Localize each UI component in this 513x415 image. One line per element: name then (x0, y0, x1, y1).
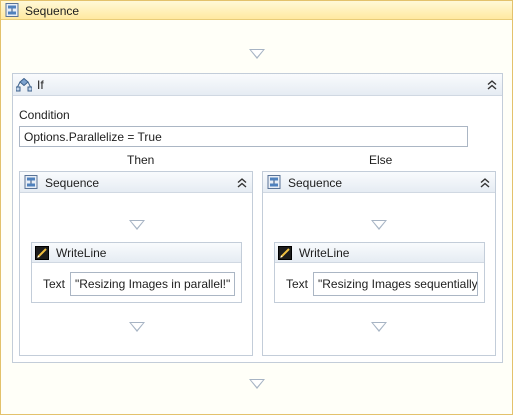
then-writeline-title: WriteLine (56, 246, 107, 260)
root-sequence-title: Sequence (25, 4, 80, 18)
else-writeline-header[interactable]: WriteLine (275, 243, 484, 263)
else-sequence[interactable]: Sequence WriteLine Text "Resizing Images… (262, 171, 496, 356)
sequence-icon (5, 3, 19, 17)
if-activity-icon (16, 78, 32, 92)
else-writeline-title: WriteLine (299, 246, 350, 260)
if-activity-header[interactable]: If (13, 74, 502, 96)
then-label: Then (127, 153, 155, 167)
then-text-input[interactable]: "Resizing Images in parallel!" (70, 272, 235, 296)
collapse-then-sequence-icon[interactable] (236, 177, 248, 189)
if-activity[interactable]: If Condition Options.Parallelize = True … (12, 73, 503, 363)
condition-input[interactable]: Options.Parallelize = True (19, 126, 468, 147)
else-writeline[interactable]: WriteLine Text "Resizing Images sequenti… (274, 242, 485, 303)
else-sequence-header[interactable]: Sequence (263, 172, 495, 193)
then-sequence-title: Sequence (45, 176, 100, 190)
drop-target-arrow[interactable] (249, 49, 265, 59)
else-sequence-title: Sequence (288, 176, 343, 190)
drop-target-arrow[interactable] (249, 379, 265, 389)
else-label: Else (369, 153, 393, 167)
condition-label: Condition (19, 108, 70, 122)
then-writeline[interactable]: WriteLine Text "Resizing Images in paral… (31, 242, 242, 303)
else-text-input[interactable]: "Resizing Images sequentially (313, 272, 478, 296)
sequence-icon (267, 175, 281, 189)
if-activity-title: If (37, 78, 44, 92)
then-sequence[interactable]: Sequence WriteLine Text "Resizing Images… (19, 171, 253, 356)
then-writeline-header[interactable]: WriteLine (32, 243, 241, 263)
collapse-if-icon[interactable] (486, 79, 498, 91)
then-text-label: Text (43, 277, 66, 291)
writeline-icon (278, 246, 292, 260)
sequence-icon (24, 175, 38, 189)
collapse-else-sequence-icon[interactable] (479, 177, 491, 189)
else-text-label: Text (286, 277, 309, 291)
writeline-icon (35, 246, 49, 260)
drop-target-arrow[interactable] (129, 322, 145, 332)
then-sequence-header[interactable]: Sequence (20, 172, 252, 193)
drop-target-arrow[interactable] (371, 322, 387, 332)
drop-target-arrow[interactable] (371, 220, 387, 230)
drop-target-arrow[interactable] (129, 220, 145, 230)
root-sequence-header[interactable]: Sequence (1, 1, 512, 20)
root-sequence-container[interactable]: Sequence If Condition Options.Paralleliz… (0, 0, 513, 415)
